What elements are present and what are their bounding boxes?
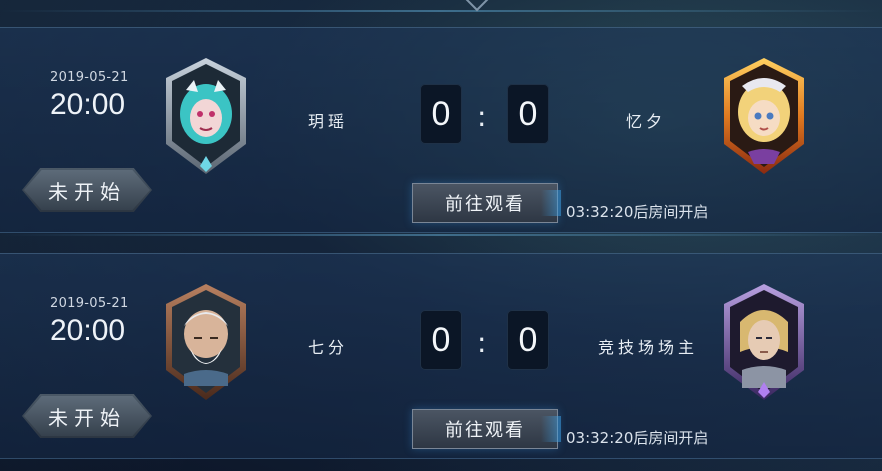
status-label: 未开始 — [48, 179, 126, 204]
hero-portrait-teal-hair-icon[interactable] — [160, 56, 252, 176]
match-card: 2019-05-21 20:00 未开始 玥瑶 0 : 0 忆夕 前往观看 03… — [0, 27, 882, 233]
right-score: 0 — [507, 310, 549, 370]
status-badge: 未开始 — [22, 168, 152, 212]
top-divider — [0, 10, 882, 12]
hero-portrait-old-man-icon[interactable] — [160, 282, 252, 402]
score-separator: : — [477, 326, 487, 359]
watch-button-label: 前往观看 — [445, 194, 525, 215]
right-player-name: 忆夕 — [626, 112, 667, 131]
left-score: 0 — [420, 84, 462, 144]
match-date: 2019-05-21 — [50, 70, 129, 85]
left-player-name: 七分 — [308, 338, 349, 357]
hero-portrait-blonde-helmet-icon[interactable] — [718, 56, 810, 176]
match-date: 2019-05-21 — [50, 296, 129, 311]
room-open-countdown: 03:32:20后房间开启 — [566, 203, 709, 221]
watch-button[interactable]: 前往观看 — [412, 409, 561, 449]
card-divider — [0, 234, 882, 236]
watch-button-label: 前往观看 — [445, 420, 525, 441]
match-time: 20:00 — [50, 314, 126, 347]
left-player-name: 玥瑶 — [308, 112, 349, 131]
status-badge: 未开始 — [22, 394, 152, 438]
match-card: 2019-05-21 20:00 未开始 七分 0 : 0 竞技场场主 前往观看… — [0, 253, 882, 459]
status-label: 未开始 — [48, 405, 126, 430]
watch-button[interactable]: 前往观看 — [412, 183, 561, 223]
left-score: 0 — [420, 310, 462, 370]
room-open-countdown: 03:32:20后房间开启 — [566, 429, 709, 447]
right-player-name: 竞技场场主 — [598, 338, 699, 357]
right-score: 0 — [507, 84, 549, 144]
match-time: 20:00 — [50, 88, 126, 121]
hero-portrait-blonde-knight-icon[interactable] — [718, 282, 810, 402]
score-separator: : — [477, 100, 487, 133]
